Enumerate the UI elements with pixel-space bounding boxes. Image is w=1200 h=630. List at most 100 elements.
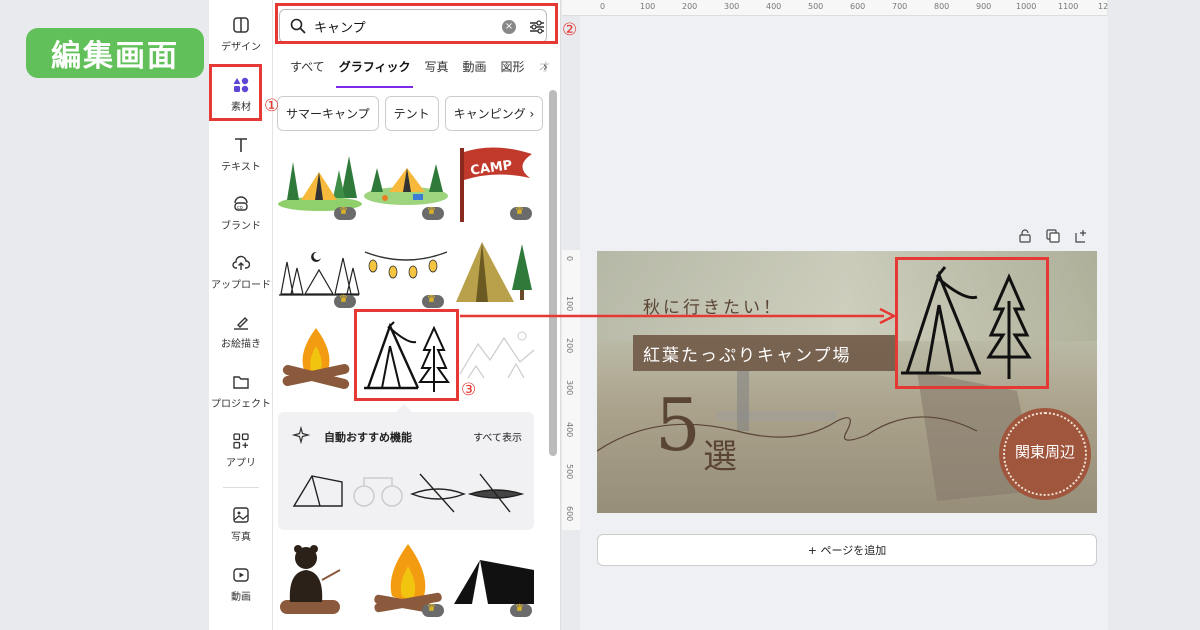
premium-crown-icon [422,206,444,220]
design-number[interactable]: 5 [655,389,701,461]
sidebar-item-brand[interactable]: co ブランド [209,195,273,232]
graphic-bear-camper[interactable] [278,544,344,620]
premium-crown-icon [422,294,444,308]
category-tabs: すべて グラフィック 写真 動画 図形 オ [283,56,553,88]
chip-label: キャンピング [453,107,526,121]
ruler-tick: 700 [892,2,908,11]
add-page-button[interactable]: + ページを追加 [597,534,1097,566]
ruler-vertical: 0 100 200 300 400 500 600 [562,250,580,530]
sidebar-item-label: アップロード [211,280,271,291]
recommend-kayak[interactable] [468,470,524,514]
ruler-tick: 400 [565,422,574,438]
ruler-tick: 200 [565,338,574,354]
ruler-tick: 100 [640,2,656,11]
sidebar-item-label: デザイン [221,42,261,53]
sidebar-item-label: アプリ [226,458,256,469]
svg-text:co: co [237,205,243,211]
sidebar-item-label: ブランド [221,221,261,232]
tab-photos[interactable]: 写真 [417,56,455,82]
lock-icon[interactable] [1018,229,1032,243]
sidebar-item-videos[interactable]: 動画 [209,566,273,603]
arrow-connector [460,307,897,325]
premium-crown-icon [510,603,532,617]
chip-summer-camp[interactable]: サマーキャンプ [277,96,379,131]
ruler-tick: 500 [808,2,824,11]
sidebar-item-label: 動画 [231,592,251,603]
page-tools [1018,229,1088,243]
callout-1: ① [264,96,280,116]
recommend-tent[interactable] [290,470,346,510]
callout-2: ② [562,20,578,40]
auto-recommend-title: 自動おすすめ機能 [324,431,412,444]
design-title[interactable]: 紅葉たっぷりキャンプ場 [643,341,852,366]
sidebar-item-design[interactable]: デザイン [209,16,273,53]
highlight-search [275,3,558,44]
tab-all[interactable]: すべて [283,56,332,82]
graphic-campfire[interactable] [278,322,354,394]
ruler-tick: 0 [565,256,574,262]
graphic-black-tent[interactable] [452,556,536,606]
recommend-canoe[interactable] [410,470,466,514]
view-all-link[interactable]: すべて表示 [473,429,522,444]
sidebar-item-label: 写真 [231,532,251,543]
ruler-tick: 300 [565,380,574,396]
ruler-tick: 200 [682,2,698,11]
right-margin [1108,0,1200,630]
sidebar-item-text[interactable]: テキスト [209,136,273,173]
sparkle-icon [292,426,310,444]
ruler-horizontal: 0 100 200 300 400 500 600 700 800 900 10… [562,0,1109,16]
premium-crown-icon [422,603,444,617]
draw-icon [234,317,248,330]
graphic-tent-forest[interactable] [277,152,363,214]
edit-screen-badge: 編集画面 [26,28,204,78]
graphic-string-lights[interactable] [363,246,449,290]
folder-icon [233,376,249,389]
graphic-night-camp[interactable] [277,240,361,302]
text-icon [235,138,247,152]
ruler-tick: 0 [600,2,606,11]
sidebar-item-upload[interactable]: アップロード [209,254,273,291]
chip-camping[interactable]: キャンピング › [444,96,544,131]
ruler-tick: 1000 [1016,2,1037,11]
sidebar-item-label: お絵描き [221,339,261,350]
ruler-tick: 300 [724,2,740,11]
tabs-next-icon[interactable]: › [543,60,548,75]
chip-tent[interactable]: テント [384,96,439,131]
callout-3: ③ [461,380,477,400]
recommend-binoculars[interactable] [350,474,406,510]
ruler-tick: 900 [976,2,992,11]
tab-graphics[interactable]: グラフィック [332,56,418,88]
upload-icon [232,255,250,270]
ruler-tick: 800 [934,2,950,11]
ruler-tick: 500 [565,464,574,480]
design-icon [233,17,249,33]
graphic-olive-tent[interactable] [452,236,536,306]
sidebar-item-photos[interactable]: 写真 [209,506,273,543]
add-page-icon[interactable] [1074,229,1088,243]
sidebar-item-label: テキスト [221,162,261,173]
suggestion-chips: サマーキャンプ テント キャンピング › [277,96,544,131]
graphic-tent-campfire[interactable] [363,152,449,214]
premium-crown-icon [334,294,356,308]
sidebar-item-label: プロジェクト [211,399,271,410]
highlight-elements [209,64,262,121]
highlight-placed-graphic [895,257,1049,389]
tab-videos[interactable]: 動画 [455,56,493,82]
brand-icon: co [234,196,248,211]
recommend-pointer [396,404,412,412]
ruler-tick: 12 [1098,2,1109,11]
region-label[interactable]: 関東周辺 [1003,441,1087,462]
sidebar-item-draw[interactable]: お絵描き [209,313,273,350]
sidebar-item-apps[interactable]: アプリ [209,432,273,469]
duplicate-icon[interactable] [1046,229,1060,243]
highlight-graphic [354,309,459,401]
tab-shapes[interactable]: 図形 [493,56,531,82]
video-icon [233,568,249,582]
premium-crown-icon [510,206,532,220]
sidebar-item-projects[interactable]: プロジェクト [209,373,273,410]
panel-scrollbar[interactable] [549,90,557,456]
design-number-suffix[interactable]: 選 [703,429,737,478]
sidebar-divider [223,487,259,488]
premium-crown-icon [334,206,356,220]
graphic-mountain-sketch[interactable] [458,326,536,382]
